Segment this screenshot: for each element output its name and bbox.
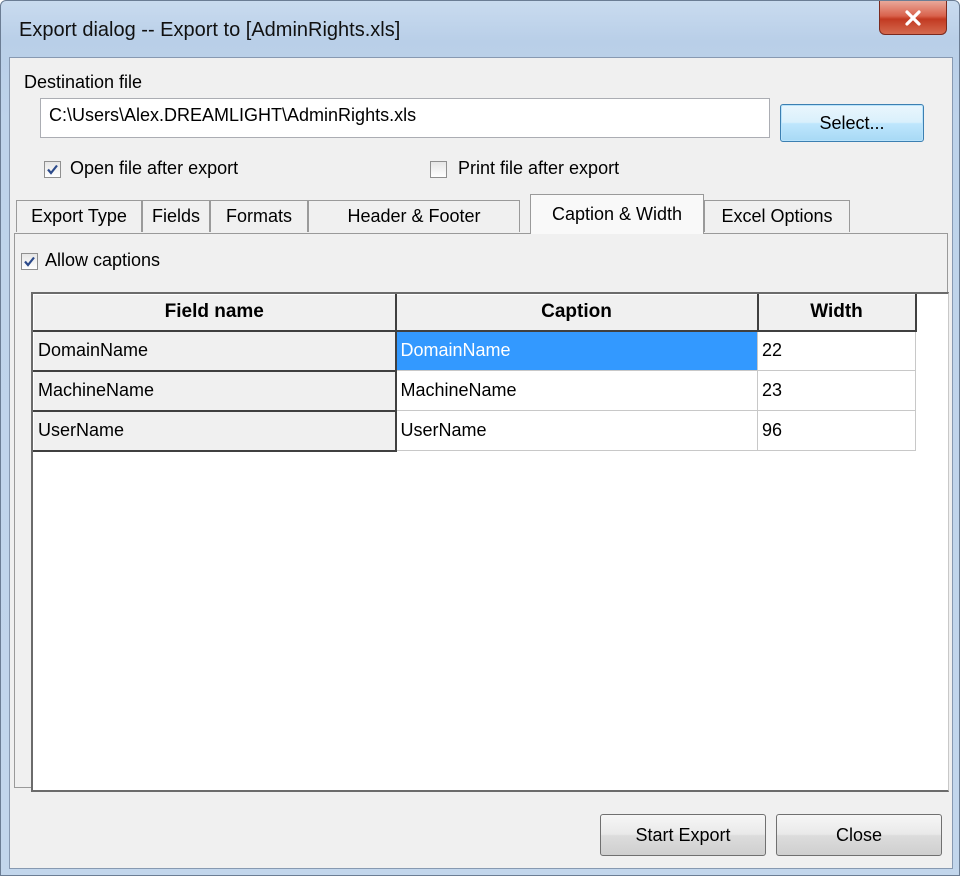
width-cell[interactable]: 96 bbox=[757, 410, 916, 451]
caption-width-grid[interactable]: Field name Caption Width DomainName Doma… bbox=[31, 292, 949, 792]
checkmark-icon bbox=[47, 164, 58, 175]
table-row[interactable]: DomainName DomainName 22 bbox=[33, 330, 916, 372]
window-close-button[interactable] bbox=[879, 1, 947, 35]
grid-header-row: Field name Caption Width bbox=[33, 294, 917, 332]
tab-caption-width[interactable]: Caption & Width bbox=[530, 194, 704, 234]
width-cell[interactable]: 22 bbox=[757, 330, 916, 371]
tab-strip: Export Type Fields Formats Header & Foot… bbox=[10, 194, 954, 234]
select-button[interactable]: Select... bbox=[780, 104, 924, 142]
tab-formats[interactable]: Formats bbox=[210, 200, 308, 232]
width-cell[interactable]: 23 bbox=[757, 370, 916, 411]
allow-captions-label[interactable]: Allow captions bbox=[45, 250, 160, 271]
print-after-export-checkbox[interactable] bbox=[430, 161, 447, 178]
window-title: Export dialog -- Export to [AdminRights.… bbox=[19, 19, 401, 41]
title-bar[interactable]: Export dialog -- Export to [AdminRights.… bbox=[1, 1, 959, 57]
start-export-button[interactable]: Start Export bbox=[600, 814, 766, 856]
tab-excel-options[interactable]: Excel Options bbox=[704, 200, 850, 232]
caption-cell[interactable]: UserName bbox=[395, 410, 758, 451]
dialog-body: Destination file C:\Users\Alex.DREAMLIGH… bbox=[9, 57, 953, 869]
field-name-cell: DomainName bbox=[33, 330, 397, 372]
tab-export-type[interactable]: Export Type bbox=[16, 200, 142, 232]
print-after-export-label[interactable]: Print file after export bbox=[458, 158, 619, 179]
tab-fields[interactable]: Fields bbox=[142, 200, 210, 232]
table-row[interactable]: UserName UserName 96 bbox=[33, 410, 916, 452]
field-name-cell: UserName bbox=[33, 410, 397, 452]
destination-file-label: Destination file bbox=[24, 72, 143, 92]
table-row[interactable]: MachineName MachineName 23 bbox=[33, 370, 916, 412]
tab-header-footer[interactable]: Header & Footer bbox=[308, 200, 520, 232]
column-header-caption[interactable]: Caption bbox=[395, 294, 759, 332]
caption-cell[interactable]: MachineName bbox=[395, 370, 758, 411]
close-button[interactable]: Close bbox=[776, 814, 942, 856]
caption-width-panel: Allow captions Field name Caption Width … bbox=[14, 233, 949, 792]
column-header-width[interactable]: Width bbox=[757, 294, 917, 332]
caption-cell[interactable]: DomainName bbox=[395, 330, 758, 371]
checkmark-icon bbox=[24, 256, 35, 267]
column-header-field-name[interactable]: Field name bbox=[33, 294, 397, 332]
export-dialog-window: Export dialog -- Export to [AdminRights.… bbox=[0, 0, 960, 876]
field-name-cell: MachineName bbox=[33, 370, 397, 412]
open-after-export-checkbox[interactable] bbox=[44, 161, 61, 178]
close-icon bbox=[904, 9, 922, 26]
destination-file-input[interactable]: C:\Users\Alex.DREAMLIGHT\AdminRights.xls bbox=[40, 98, 770, 138]
allow-captions-checkbox[interactable] bbox=[21, 253, 38, 270]
open-after-export-label[interactable]: Open file after export bbox=[70, 158, 238, 179]
